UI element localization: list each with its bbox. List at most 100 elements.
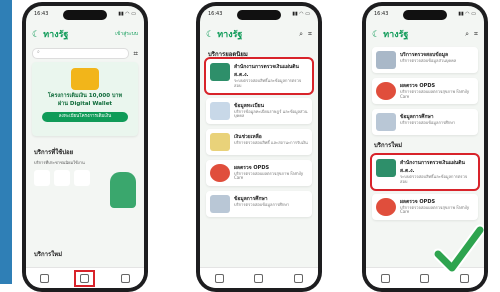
search-icon[interactable]: ⌕ [465, 30, 469, 39]
wallet-icon [71, 68, 99, 90]
banner-subtitle: ผ่าน Digital Wallet [57, 101, 113, 107]
status-bar: 16:43 ▮▮ ◠ ▭ [34, 11, 136, 17]
service-text: ข้อมูลทะเบียน บริการข้อมูลทะเบียนราษฎร์ … [234, 102, 308, 120]
service-desc: บริการตรวจสอบข้อมูลการศึกษา [400, 120, 456, 125]
checkmark-icon [434, 224, 484, 274]
app-bar: ☾ ทางรัฐ ⌕ ⌗ [206, 26, 312, 42]
section-new-title: บริการใหม่ [374, 142, 403, 149]
left-accent-strip [0, 0, 12, 284]
login-link[interactable]: เข้าสู่ระบบ [115, 30, 138, 38]
status-bar: 16:43 ▮▮ ◠ ▭ [374, 11, 476, 17]
service-thumb [210, 132, 230, 151]
app-name: ทางรัฐ [217, 30, 243, 40]
tab-services[interactable] [74, 269, 96, 287]
person-illustration [110, 172, 136, 208]
section-recommended-desc: บริการที่ประชาชนนิยมใช้งาน [34, 160, 85, 165]
search-input[interactable]: ⌕ [32, 48, 130, 59]
service-desc: บริการตรวจสอบผลตรวจสุขภาพ Family Care [400, 204, 470, 215]
service-tile[interactable] [74, 170, 90, 186]
service-item[interactable]: ข้อมูลการศึกษา บริการตรวจสอบข้อมูลการศึก… [206, 190, 312, 217]
status-time: 16:43 [34, 11, 49, 17]
app-name: ทางรัฐ [43, 30, 69, 40]
scan-icon[interactable]: ⌗ [474, 30, 478, 39]
section-recommended-title: บริการที่ใช้บ่อย [34, 149, 74, 156]
tab-services[interactable] [420, 273, 430, 283]
service-item[interactable]: เงินช่วยเหลือ บริการตรวจสอบสิทธิ์ และสถา… [206, 128, 312, 155]
app-logo: ☾ ทางรัฐ [206, 30, 243, 40]
service-thumb [210, 194, 230, 213]
service-item[interactable]: ผลตรวจ OPDS บริการตรวจสอบผลตรวจสุขภาพ Fa… [372, 78, 478, 104]
service-thumb [210, 163, 230, 182]
service-desc: ระบบตรวจสอบสิทธิ์และข้อมูลการตรวจสอบ [234, 78, 302, 88]
service-desc: บริการตรวจสอบข้อมูลส่วนบุคคล [400, 58, 457, 63]
app-logo: ☾ ทางรัฐ [32, 30, 69, 40]
app-name: ทางรัฐ [383, 30, 409, 40]
service-thumb [376, 51, 396, 69]
service-item[interactable]: สำนักงานการตรวจเงินแผ่นดิน ส.ต.ง. ระบบตร… [370, 153, 480, 191]
service-title: สำนักงานการตรวจเงินแผ่นดิน ส.ต.ง. [400, 160, 465, 174]
service-desc: บริการตรวจสอบผลตรวจสุขภาพ Family Care [234, 170, 304, 181]
screen-services: 16:43 ▮▮ ◠ ▭ ☾ ทางรัฐ ⌕ ⌗ บริการยอดนิยม … [200, 6, 318, 288]
service-item[interactable]: บริการตรวจสอบข้อมูล บริการตรวจสอบข้อมูลส… [372, 47, 478, 73]
service-tile[interactable] [34, 170, 50, 186]
grid-icon [254, 273, 264, 283]
app-logo: ☾ ทางรัฐ [372, 30, 409, 40]
scan-icon[interactable]: ⌗ [308, 30, 312, 39]
service-thumb [210, 63, 230, 81]
banner-button[interactable]: ลงทะเบียนโครงการเติมเงิน [42, 112, 128, 122]
service-desc: บริการตรวจสอบข้อมูลการศึกษา [234, 201, 290, 207]
status-icons: ▮▮ ◠ ▭ [458, 11, 476, 17]
home-icon [39, 273, 49, 283]
service-item[interactable]: ผลตรวจ OPDS บริการตรวจสอบผลตรวจสุขภาพ Fa… [372, 193, 478, 220]
service-text: ผลตรวจ OPDS บริการตรวจสอบผลตรวจสุขภาพ Fa… [400, 198, 474, 216]
grid-icon [420, 273, 430, 283]
service-text: สำนักงานการตรวจเงินแผ่นดิน ส.ต.ง. ระบบตร… [400, 159, 474, 185]
search-row: ⌕ ⌗ [32, 48, 138, 59]
service-item[interactable]: ผลตรวจ OPDS บริการตรวจสอบผลตรวจสุขภาพ Fa… [206, 159, 312, 186]
app-bar: ☾ ทางรัฐ เข้าสู่ระบบ [32, 26, 138, 42]
service-text: ผลตรวจ OPDS บริการตรวจสอบผลตรวจสุขภาพ Fa… [234, 164, 308, 182]
grid-icon [80, 273, 90, 283]
phone-services: 16:43 ▮▮ ◠ ▭ ☾ ทางรัฐ ⌕ ⌗ บริการยอดนิยม … [196, 2, 322, 292]
service-thumb [376, 113, 396, 131]
wallet-banner[interactable]: โครงการเติมเงิน 10,000 บาท ผ่าน Digital … [32, 62, 138, 136]
status-bar: 16:43 ▮▮ ◠ ▭ [208, 11, 310, 17]
home-icon [381, 273, 391, 283]
service-text: ข้อมูลการศึกษา บริการตรวจสอบข้อมูลการศึก… [234, 195, 308, 213]
bottom-tab-bar [26, 267, 144, 288]
recommended-section: บริการที่ใช้บ่อย บริการที่ประชาชนนิยมใช้… [26, 142, 144, 208]
status-icons: ▮▮ ◠ ▭ [292, 11, 310, 17]
service-list: บริการตรวจสอบข้อมูล บริการตรวจสอบข้อมูลส… [366, 42, 484, 225]
service-title: สำนักงานการตรวจเงินแผ่นดิน ส.ต.ง. [234, 64, 299, 78]
profile-icon [293, 273, 303, 283]
appbar-icons: ⌕ ⌗ [465, 30, 478, 39]
service-item[interactable]: ข้อมูลการศึกษา บริการตรวจสอบข้อมูลการศึก… [372, 109, 478, 135]
service-item[interactable]: สำนักงานการตรวจเงินแผ่นดิน ส.ต.ง. ระบบตร… [204, 57, 314, 95]
tab-services[interactable] [254, 273, 264, 283]
service-text: ข้อมูลการศึกษา บริการตรวจสอบข้อมูลการศึก… [400, 113, 474, 131]
tab-profile[interactable] [293, 273, 303, 283]
service-text: เงินช่วยเหลือ บริการตรวจสอบสิทธิ์ และสถา… [234, 133, 308, 151]
service-list: สำนักงานการตรวจเงินแผ่นดิน ส.ต.ง. ระบบตร… [200, 54, 318, 222]
service-text: สำนักงานการตรวจเงินแผ่นดิน ส.ต.ง. ระบบตร… [234, 63, 308, 89]
service-thumb [210, 101, 230, 120]
service-thumb [376, 82, 396, 100]
scan-icon[interactable]: ⌗ [133, 49, 138, 59]
tab-home[interactable] [215, 273, 225, 283]
service-desc: บริการข้อมูลทะเบียนราษฎร์ และข้อมูลส่วนบ… [234, 108, 308, 119]
tab-profile[interactable] [121, 273, 131, 283]
service-item[interactable]: ข้อมูลทะเบียน บริการข้อมูลทะเบียนราษฎร์ … [206, 97, 312, 124]
tab-home[interactable] [39, 273, 49, 283]
service-thumb [376, 197, 396, 216]
phone-home: 16:43 ▮▮ ◠ ▭ ☾ ทางรัฐ เข้าสู่ระบบ ⌕ ⌗ โค… [22, 2, 148, 292]
service-tile[interactable] [54, 170, 70, 186]
status-time: 16:43 [374, 11, 389, 17]
status-icons: ▮▮ ◠ ▭ [118, 11, 136, 17]
search-icon[interactable]: ⌕ [299, 30, 303, 39]
home-icon [215, 273, 225, 283]
service-desc: บริการตรวจสอบผลตรวจสุขภาพ Family Care [400, 89, 470, 99]
tab-home[interactable] [381, 273, 391, 283]
profile-icon [121, 273, 131, 283]
bottom-tab-bar [200, 267, 318, 288]
app-bar: ☾ ทางรัฐ ⌕ ⌗ [372, 26, 478, 42]
